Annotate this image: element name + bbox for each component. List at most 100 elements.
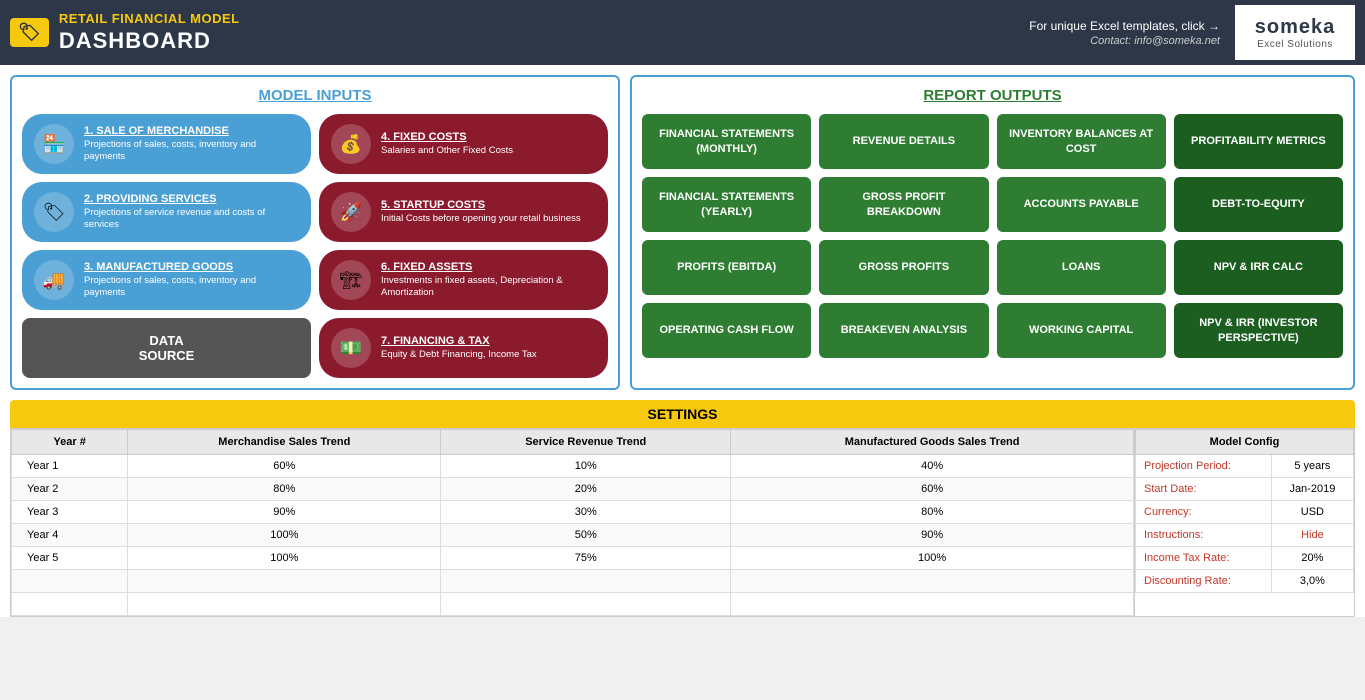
config-label-start: Start Date: xyxy=(1136,478,1272,501)
config-value-currency: USD xyxy=(1271,501,1353,524)
report-outputs-title: REPORT OUTPUTS xyxy=(642,87,1343,104)
config-value-start: Jan-2019 xyxy=(1271,478,1353,501)
card-desc-sale-merchandise: Projections of sales, costs, inventory a… xyxy=(84,139,299,164)
fixed-costs-icon: 💰 xyxy=(331,124,371,164)
page-title: DASHBOARD xyxy=(59,28,240,54)
main-content: MODEL INPUTS 🏪 1. SALE OF MERCHANDISE Pr… xyxy=(0,65,1365,617)
card-title-startup-costs: 5. STARTUP COSTS xyxy=(381,199,581,211)
cell-service2: 20% xyxy=(441,478,731,501)
card-data-source[interactable]: DATASOURCE xyxy=(22,318,311,378)
promo-text[interactable]: For unique Excel templates, click → xyxy=(1029,19,1220,33)
config-value-tax: 20% xyxy=(1271,547,1353,570)
config-label-tax: Income Tax Rate: xyxy=(1136,547,1272,570)
table-row: Year 3 90% 30% 80% xyxy=(12,501,1134,524)
top-section: MODEL INPUTS 🏪 1. SALE OF MERCHANDISE Pr… xyxy=(0,65,1365,400)
settings-table: Year # Merchandise Sales Trend Service R… xyxy=(11,429,1134,616)
btn-gross-profits[interactable]: GROSS PROFITS xyxy=(819,240,988,295)
card-desc-financing-tax: Equity & Debt Financing, Income Tax xyxy=(381,349,537,361)
cell-service3: 30% xyxy=(441,501,731,524)
cell-year3: Year 3 xyxy=(12,501,128,524)
card-title-fixed-costs: 4. FIXED COSTS xyxy=(381,131,513,143)
card-manufactured-goods[interactable]: 🚚 3. MANUFACTURED GOODS Projections of s… xyxy=(22,250,311,310)
cell-manuf4: 90% xyxy=(731,524,1134,547)
cell-merch5: 100% xyxy=(128,547,441,570)
btn-profits-ebitda[interactable]: PROFITS (EBITDA) xyxy=(642,240,811,295)
config-value-instructions[interactable]: Hide xyxy=(1271,524,1353,547)
fixed-assets-icon: 🏗 xyxy=(331,260,371,300)
col-header-merch: Merchandise Sales Trend xyxy=(128,430,441,455)
config-value-discount: 3,0% xyxy=(1271,570,1353,593)
cell-service4: 50% xyxy=(441,524,731,547)
cell-merch4: 100% xyxy=(128,524,441,547)
cell-merch2: 80% xyxy=(128,478,441,501)
startup-costs-icon: 🚀 xyxy=(331,192,371,232)
btn-accounts-payable[interactable]: ACCOUNTS PAYABLE xyxy=(997,177,1166,232)
card-text-manufactured-goods: 3. MANUFACTURED GOODS Projections of sal… xyxy=(84,261,299,300)
cell-year5: Year 5 xyxy=(12,547,128,570)
cell-service5: 75% xyxy=(441,547,731,570)
table-row: Year 1 60% 10% 40% xyxy=(12,455,1134,478)
settings-title: SETTINGS xyxy=(10,400,1355,428)
table-row: Year 5 100% 75% 100% xyxy=(12,547,1134,570)
logo: someka Excel Solutions xyxy=(1235,5,1355,60)
card-text-providing-services: 2. PROVIDING SERVICES Projections of ser… xyxy=(84,193,299,232)
card-title-sale-merchandise: 1. SALE OF MERCHANDISE xyxy=(84,125,299,137)
card-desc-fixed-assets: Investments in fixed assets, Depreciatio… xyxy=(381,275,596,300)
btn-breakeven-analysis[interactable]: BREAKEVEN ANALYSIS xyxy=(819,303,988,358)
cell-merch3: 90% xyxy=(128,501,441,524)
cell-manuf1: 40% xyxy=(731,455,1134,478)
card-sale-merchandise[interactable]: 🏪 1. SALE OF MERCHANDISE Projections of … xyxy=(22,114,311,174)
sale-merchandise-icon: 🏪 xyxy=(34,124,74,164)
card-desc-manufactured-goods: Projections of sales, costs, inventory a… xyxy=(84,275,299,300)
btn-profitability-metrics[interactable]: PROFITABILITY METRICS xyxy=(1174,114,1343,169)
btn-debt-to-equity[interactable]: DEBT-TO-EQUITY xyxy=(1174,177,1343,232)
config-label-projection: Projection Period: xyxy=(1136,455,1272,478)
contact-text: Contact: info@someka.net xyxy=(1090,35,1220,47)
btn-revenue-details[interactable]: REVENUE DETAILS xyxy=(819,114,988,169)
cell-service1: 10% xyxy=(441,455,731,478)
cell-manuf3: 80% xyxy=(731,501,1134,524)
cell-year4: Year 4 xyxy=(12,524,128,547)
card-title-fixed-assets: 6. FIXED ASSETS xyxy=(381,261,596,273)
btn-npv-irr-calc[interactable]: NPV & IRR CALC xyxy=(1174,240,1343,295)
btn-financial-statements-monthly[interactable]: FINANCIAL STATEMENTS (MONTHLY) xyxy=(642,114,811,169)
card-financing-tax[interactable]: 💵 7. FINANCING & TAX Equity & Debt Finan… xyxy=(319,318,608,378)
cell-manuf2: 60% xyxy=(731,478,1134,501)
btn-gross-profit-breakdown[interactable]: GROSS PROFIT BREAKDOWN xyxy=(819,177,988,232)
table-row-empty xyxy=(12,570,1134,593)
btn-npv-irr-investor[interactable]: NPV & IRR (INVESTOR PERSPECTIVE) xyxy=(1174,303,1343,358)
config-label-instructions: Instructions: xyxy=(1136,524,1272,547)
btn-inventory-balances[interactable]: INVENTORY BALANCES AT COST xyxy=(997,114,1166,169)
config-row: Currency: USD xyxy=(1136,501,1354,524)
btn-operating-cash-flow[interactable]: OPERATING CASH FLOW xyxy=(642,303,811,358)
col-header-service: Service Revenue Trend xyxy=(441,430,731,455)
logo-excel: Excel Solutions xyxy=(1257,39,1333,50)
card-title-manufactured-goods: 3. MANUFACTURED GOODS xyxy=(84,261,299,273)
card-providing-services[interactable]: 🏷 2. PROVIDING SERVICES Projections of s… xyxy=(22,182,311,242)
app-subtitle: RETAIL FINANCIAL MODEL xyxy=(59,11,240,26)
card-startup-costs[interactable]: 🚀 5. STARTUP COSTS Initial Costs before … xyxy=(319,182,608,242)
btn-working-capital[interactable]: WORKING CAPITAL xyxy=(997,303,1166,358)
config-row: Income Tax Rate: 20% xyxy=(1136,547,1354,570)
config-row: Projection Period: 5 years xyxy=(1136,455,1354,478)
outputs-grid: FINANCIAL STATEMENTS (MONTHLY) REVENUE D… xyxy=(642,114,1343,358)
card-text-financing-tax: 7. FINANCING & TAX Equity & Debt Financi… xyxy=(381,335,537,361)
cell-merch1: 60% xyxy=(128,455,441,478)
card-desc-startup-costs: Initial Costs before opening your retail… xyxy=(381,213,581,225)
btn-loans[interactable]: LOANS xyxy=(997,240,1166,295)
model-inputs-title: MODEL INPUTS xyxy=(22,87,608,104)
card-fixed-assets[interactable]: 🏗 6. FIXED ASSETS Investments in fixed a… xyxy=(319,250,608,310)
table-row-empty xyxy=(12,593,1134,616)
report-outputs-panel: REPORT OUTPUTS FINANCIAL STATEMENTS (MON… xyxy=(630,75,1355,390)
btn-financial-statements-yearly[interactable]: FINANCIAL STATEMENTS (YEARLY) xyxy=(642,177,811,232)
financing-tax-icon: 💵 xyxy=(331,328,371,368)
card-fixed-costs[interactable]: 💰 4. FIXED COSTS Salaries and Other Fixe… xyxy=(319,114,608,174)
cell-year1: Year 1 xyxy=(12,455,128,478)
config-label-currency: Currency: xyxy=(1136,501,1272,524)
config-value-projection: 5 years xyxy=(1271,455,1353,478)
card-title-data-source: DATASOURCE xyxy=(139,333,195,363)
header-left: RETAIL FINANCIAL MODEL DASHBOARD xyxy=(59,11,240,54)
table-row: Year 2 80% 20% 60% xyxy=(12,478,1134,501)
cell-manuf5: 100% xyxy=(731,547,1134,570)
header-tag: 🏷 xyxy=(10,18,49,47)
